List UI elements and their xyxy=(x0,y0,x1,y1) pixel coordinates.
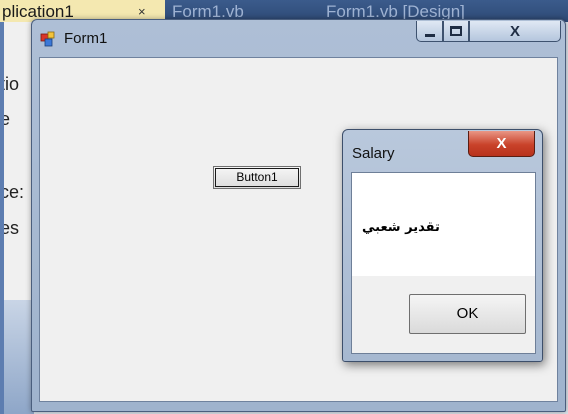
maximize-button[interactable] xyxy=(443,21,469,42)
form1-title-bar[interactable]: Form1 X xyxy=(32,20,565,56)
dialog-title: Salary xyxy=(352,145,395,162)
ide-background-panel xyxy=(0,300,34,414)
close-button[interactable]: X xyxy=(469,21,561,42)
salary-message-box: Salary X تقدير شعبي OK xyxy=(342,129,543,362)
minimize-button[interactable] xyxy=(416,21,443,42)
form1-title: Form1 xyxy=(64,30,108,47)
dialog-client-area: تقدير شعبي OK xyxy=(351,172,536,354)
ok-button[interactable]: OK xyxy=(409,294,526,334)
ide-left-edge xyxy=(0,22,4,414)
dialog-message: تقدير شعبي xyxy=(362,220,440,235)
dialog-close-button[interactable]: X xyxy=(468,131,535,157)
form-app-icon xyxy=(40,31,56,47)
minimize-icon xyxy=(424,33,435,37)
close-icon: X xyxy=(509,22,520,40)
button1[interactable]: Button1 xyxy=(213,166,301,189)
dialog-message-area: تقدير شعبي xyxy=(352,173,535,276)
maximize-icon xyxy=(450,26,462,36)
close-icon: X xyxy=(496,135,507,152)
